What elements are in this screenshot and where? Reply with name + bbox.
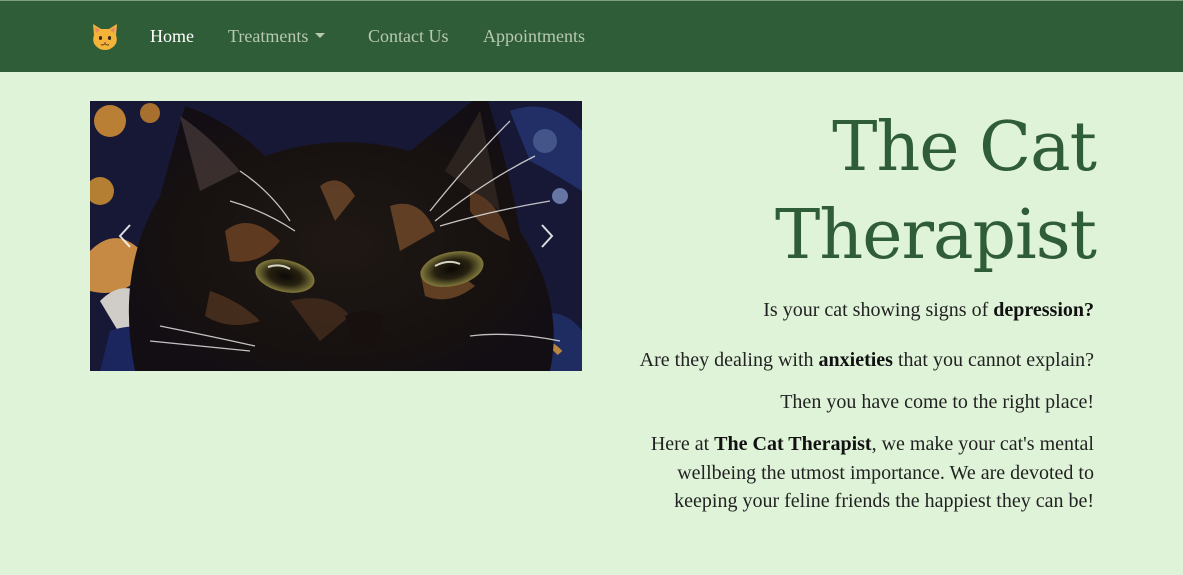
intro-line-right-place: Then you have come to the right place!	[780, 391, 1094, 413]
p1-text: Is your cat showing signs of	[763, 299, 994, 321]
carousel-prev-button[interactable]	[90, 101, 165, 371]
nav-appointments[interactable]: Appointments	[483, 26, 585, 47]
p2-text-before: Are they dealing with	[639, 349, 819, 371]
image-carousel	[90, 101, 582, 371]
cat-face-icon[interactable]	[90, 21, 120, 51]
chevron-right-icon	[541, 224, 554, 248]
p1-bold: depression?	[993, 299, 1094, 321]
nav-home[interactable]: Home	[150, 26, 194, 47]
p2-bold: anxieties	[818, 349, 893, 371]
intro-paragraph-about: Here at The Cat Therapist, we make your …	[624, 430, 1094, 516]
p4-bold: The Cat Therapist	[714, 433, 872, 455]
carousel-next-button[interactable]	[507, 101, 582, 371]
chevron-left-icon	[118, 224, 131, 248]
p4-text-before: Here at	[650, 433, 715, 455]
nav-treatments-label: Treatments	[228, 26, 309, 46]
p2-text-after: that you cannot explain?	[892, 349, 1094, 371]
intro-line-depression: Is your cat showing signs of depression?	[763, 296, 1094, 325]
intro-line-anxieties: Are they dealing with anxieties that you…	[640, 346, 1094, 375]
top-navbar: Home Treatments Contact Us Appointments	[0, 0, 1183, 72]
page-title: The Cat Therapist	[775, 108, 1097, 275]
nav-treatments-dropdown[interactable]: Treatments	[228, 26, 326, 47]
nav-contact-us[interactable]: Contact Us	[368, 26, 449, 47]
caret-down-icon	[315, 33, 326, 38]
